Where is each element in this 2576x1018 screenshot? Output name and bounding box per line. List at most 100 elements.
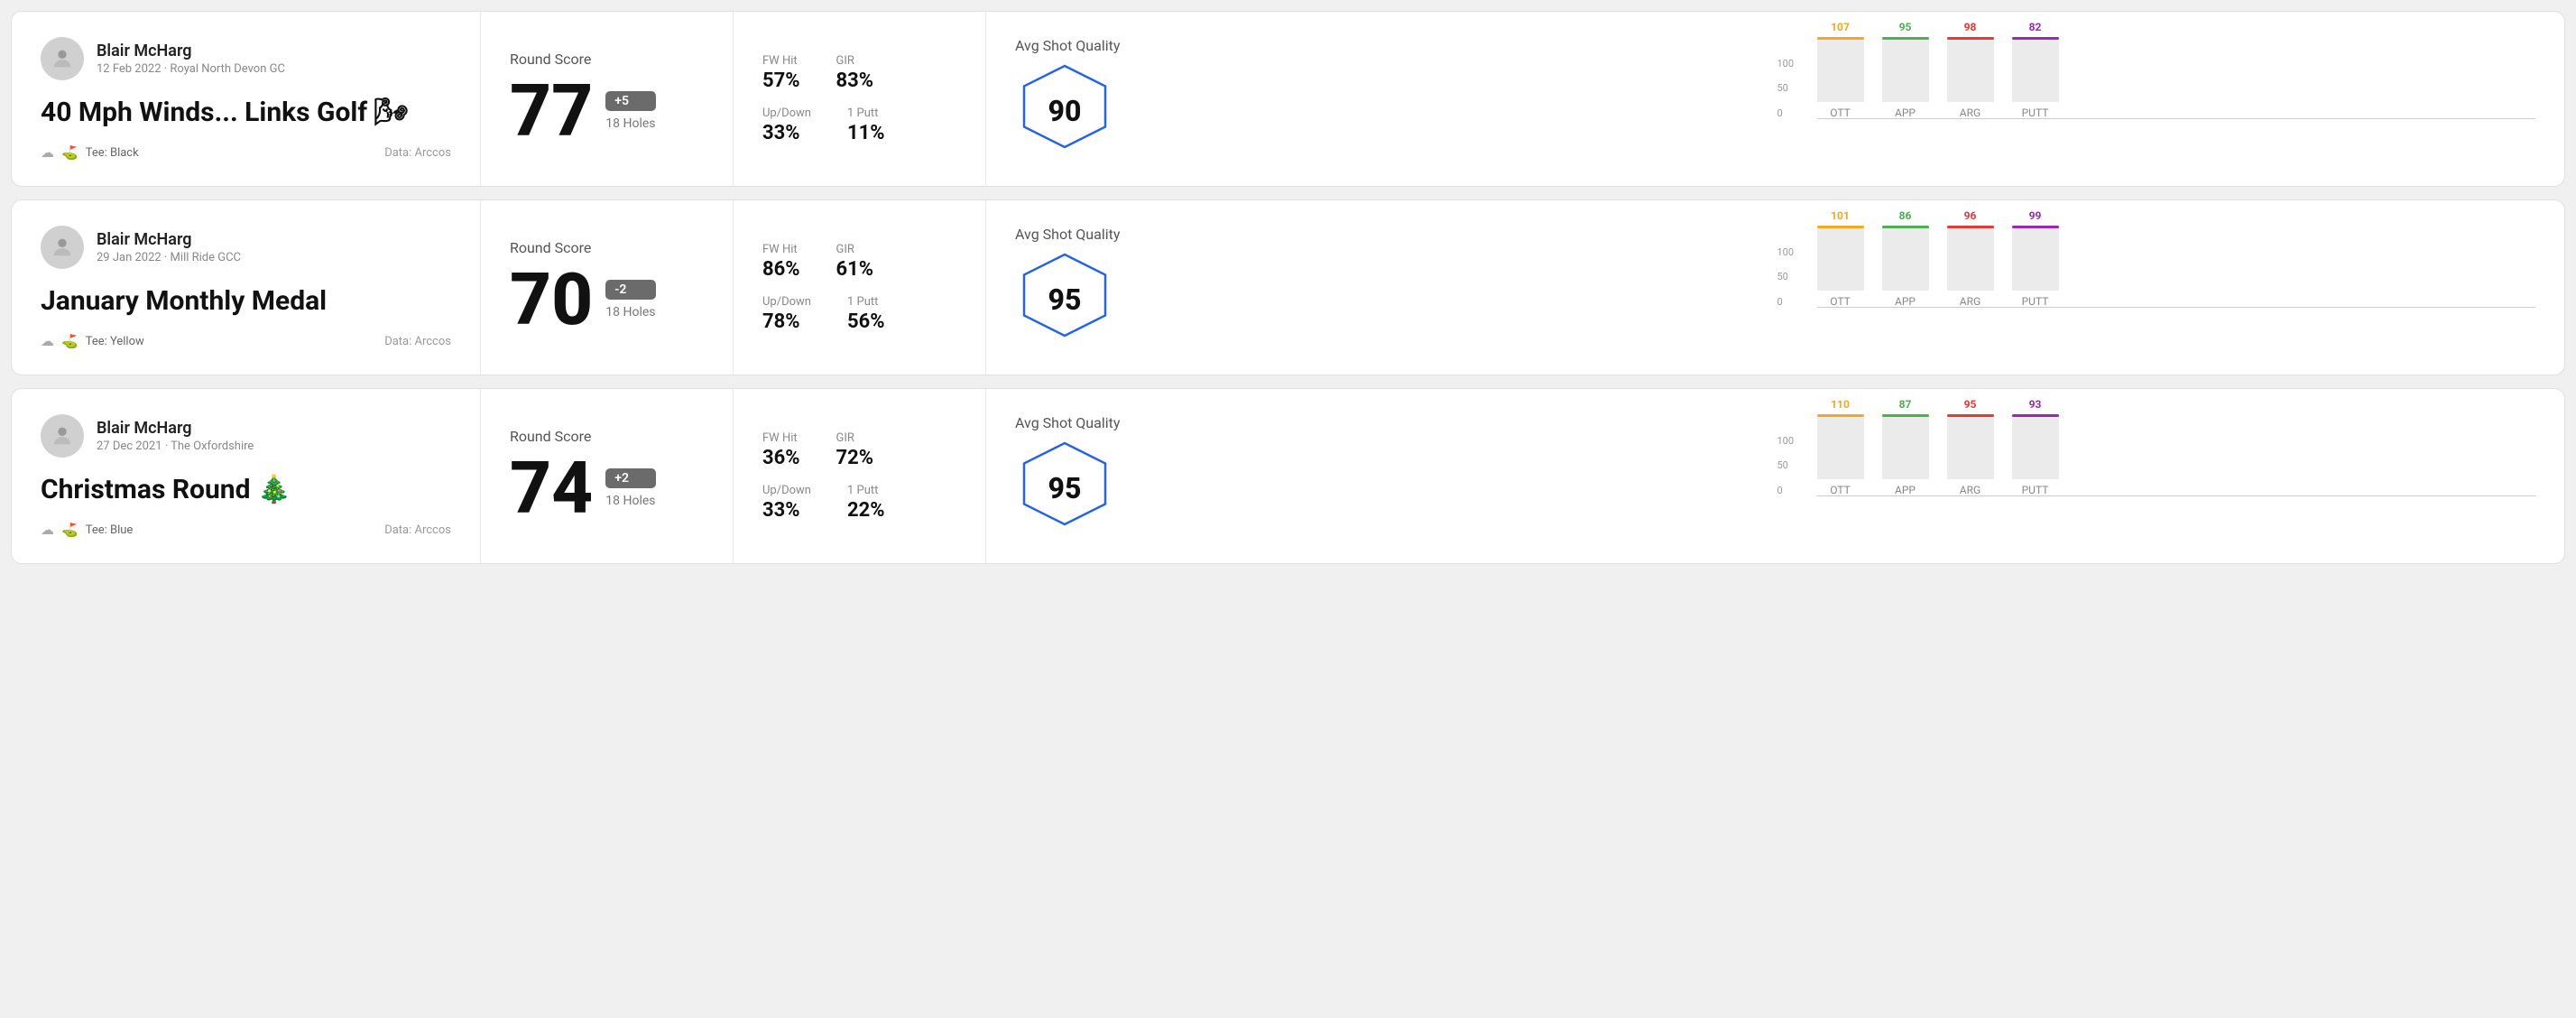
y-label-100: 100 <box>1777 246 1805 258</box>
bar-chart-outer: 100 50 0 101 OTT 86 APP 96 <box>1777 246 2536 329</box>
gir-label: GIR <box>836 431 874 445</box>
bar-bg-app <box>1882 37 1929 102</box>
stat-up-down: Up/Down 33% <box>762 484 811 522</box>
stat-one-putt: 1 Putt 22% <box>847 484 885 522</box>
weather-icon: ☁ <box>41 144 54 161</box>
bar-bg-putt <box>2012 414 2059 479</box>
bar-line-app <box>1882 226 1929 228</box>
round-title: 40 Mph Winds... Links Golf 🌬 <box>41 97 451 129</box>
bar-line-ott <box>1817 37 1864 40</box>
avg-quality-label: Avg Shot Quality <box>1015 414 1120 431</box>
round-title: Christmas Round 🎄 <box>41 474 451 506</box>
bar-xlabel-putt: PUTT <box>2022 484 2049 496</box>
player-date-course: 27 Dec 2021 · The Oxfordshire <box>97 440 254 453</box>
bar-group-arg: 95 ARG <box>1947 414 1994 496</box>
card-quality: Avg Shot Quality 95 100 50 0 101 OTT <box>986 200 2564 375</box>
bar-group-app: 95 APP <box>1882 37 1929 119</box>
bar-value-ott: 110 <box>1831 398 1850 411</box>
up-down-label: Up/Down <box>762 295 811 309</box>
bar-group-ott: 107 OTT <box>1817 37 1864 119</box>
stats-row-1: FW Hit 57% GIR 83% <box>762 54 956 92</box>
bar-value-app: 95 <box>1899 21 1912 33</box>
score-number: 74 <box>510 452 593 524</box>
y-label-50: 50 <box>1777 82 1805 94</box>
tee-label: Tee: Black <box>86 146 139 160</box>
stats-row-1: FW Hit 86% GIR 61% <box>762 243 956 281</box>
bar-bg-putt <box>2012 37 2059 102</box>
bar-bg-app <box>1882 414 1929 479</box>
hexagon: 95 <box>1015 250 1114 349</box>
bar-group-arg: 98 ARG <box>1947 37 1994 119</box>
stats-row-2: Up/Down 33% 1 Putt 22% <box>762 484 956 522</box>
bar-xlabel-app: APP <box>1895 484 1916 496</box>
stat-gir: GIR 61% <box>836 243 874 281</box>
one-putt-value: 11% <box>847 122 885 144</box>
bar-xlabel-arg: ARG <box>1960 484 1980 496</box>
stat-one-putt: 1 Putt 56% <box>847 295 885 333</box>
bar-value-putt: 99 <box>2029 209 2042 222</box>
bar-xlabel-arg: ARG <box>1960 295 1980 308</box>
up-down-label: Up/Down <box>762 484 811 497</box>
card-footer: ☁ ⛳ Tee: Black Data: Arccos <box>41 144 451 161</box>
bar-bg-ott <box>1817 414 1864 479</box>
player-meta: Blair McHarg 12 Feb 2022 · Royal North D… <box>97 42 285 76</box>
bar-bg-app <box>1882 226 1929 291</box>
bar-line-arg <box>1947 226 1994 228</box>
gir-value: 83% <box>836 69 874 92</box>
score-main: 74 +2 18 Holes <box>510 452 704 524</box>
up-down-value: 33% <box>762 122 811 144</box>
bar-xlabel-putt: PUTT <box>2022 106 2049 119</box>
score-holes: 18 Holes <box>605 494 655 508</box>
bag-icon: ⛳ <box>61 144 78 161</box>
player-name: Blair McHarg <box>97 42 285 60</box>
gir-label: GIR <box>836 54 874 68</box>
stat-up-down: Up/Down 33% <box>762 106 811 144</box>
card-score: Round Score 74 +2 18 Holes <box>481 389 734 563</box>
player-date-course: 12 Feb 2022 · Royal North Devon GC <box>97 62 285 76</box>
score-badge: +5 <box>605 91 655 111</box>
card-score: Round Score 70 -2 18 Holes <box>481 200 734 375</box>
bar-group-app: 86 APP <box>1882 226 1929 308</box>
bar-line-arg <box>1947 37 1994 40</box>
hex-score: 95 <box>1048 282 1082 317</box>
bar-bg-putt <box>2012 226 2059 291</box>
data-source: Data: Arccos <box>384 523 451 537</box>
bar-xlabel-app: APP <box>1895 295 1916 308</box>
stat-one-putt: 1 Putt 11% <box>847 106 885 144</box>
bar-line-putt <box>2012 226 2059 228</box>
round-card: Blair McHarg 29 Jan 2022 · Mill Ride GCC… <box>11 199 2565 375</box>
score-number: 77 <box>510 75 593 147</box>
gir-label: GIR <box>836 243 874 256</box>
up-down-value: 78% <box>762 310 811 333</box>
y-label-0: 0 <box>1777 485 1805 496</box>
bar-line-arg <box>1947 414 1994 417</box>
y-label-50: 50 <box>1777 271 1805 282</box>
avg-quality-label: Avg Shot Quality <box>1015 37 1120 54</box>
card-left: Blair McHarg 29 Jan 2022 · Mill Ride GCC… <box>12 200 481 375</box>
bar-group-ott: 110 OTT <box>1817 414 1864 496</box>
bar-group-putt: 93 PUTT <box>2012 414 2059 496</box>
score-main: 70 -2 18 Holes <box>510 264 704 336</box>
bar-line-putt <box>2012 414 2059 417</box>
tee-info: ☁ ⛳ Tee: Yellow <box>41 333 144 349</box>
quality-section: Avg Shot Quality 95 <box>1015 414 1741 538</box>
bar-xlabel-ott: OTT <box>1830 106 1851 119</box>
gir-value: 61% <box>836 258 874 281</box>
score-detail: +2 18 Holes <box>605 468 655 508</box>
bar-group-arg: 96 ARG <box>1947 226 1994 308</box>
hex-score: 95 <box>1048 471 1082 505</box>
round-score-label: Round Score <box>510 239 704 256</box>
player-name: Blair McHarg <box>97 419 254 438</box>
fw-hit-label: FW Hit <box>762 243 800 256</box>
data-source: Data: Arccos <box>384 146 451 160</box>
one-putt-label: 1 Putt <box>847 484 885 497</box>
bar-xlabel-ott: OTT <box>1830 484 1851 496</box>
y-label-100: 100 <box>1777 435 1805 447</box>
up-down-value: 33% <box>762 499 811 522</box>
stats-row-2: Up/Down 33% 1 Putt 11% <box>762 106 956 144</box>
one-putt-label: 1 Putt <box>847 106 885 120</box>
player-info: Blair McHarg 29 Jan 2022 · Mill Ride GCC <box>41 226 451 269</box>
avatar <box>41 414 84 458</box>
tee-label: Tee: Yellow <box>86 335 144 348</box>
bar-value-arg: 98 <box>1964 21 1977 33</box>
